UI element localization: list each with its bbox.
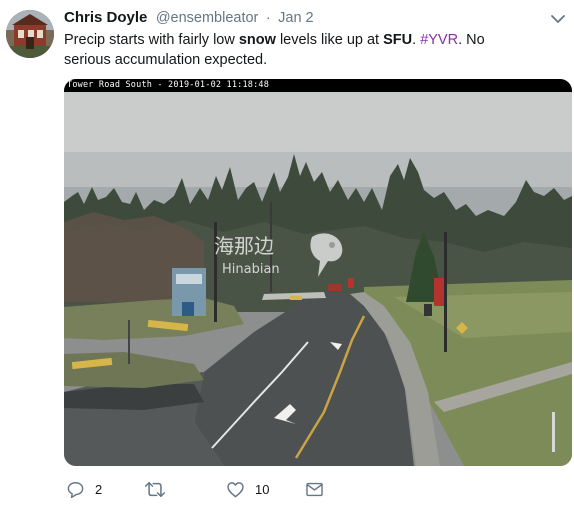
avatar-image [6,10,54,58]
retweet-button[interactable] [144,478,176,500]
reply-count: 2 [95,481,103,497]
heart-icon [226,480,245,499]
like-button[interactable]: 10 [226,478,269,500]
reply-icon [66,480,85,499]
tweet-text-part: Precip starts with fairly low [64,32,239,48]
envelope-icon [305,480,324,499]
tweet-text-part: . [412,32,421,48]
watermark-cn: 海那边 [214,234,274,258]
avatar[interactable] [6,10,54,58]
tweet-text-part: levels like up at [275,32,384,48]
author-handle[interactable]: @ensembleator [156,10,259,26]
tweet-date[interactable]: Jan 2 [278,10,313,26]
tweet-actions: 2 10 [64,478,364,502]
watermark-logo: 海那边 Hinabian [214,229,364,304]
tweet-card[interactable]: Chris Doyle @ensembleator · Jan 2 Precip… [0,0,574,507]
tweet-text: Precip starts with fairly low snow level… [64,30,534,70]
direct-message-button[interactable] [305,478,324,500]
bold-word-snow: snow [238,32,276,48]
retweet-icon [144,480,166,499]
separator-dot: · [265,10,271,26]
webcam-timestamp-bar: Tower Road South - 2019-01-02 11:18:48 [64,79,572,92]
tweet-media-photo[interactable]: Tower Road South - 2019-01-02 11:18:48 海… [64,79,572,466]
tweet-header: Chris Doyle @ensembleator · Jan 2 [64,9,534,29]
hashtag-link[interactable]: #YVR [420,32,458,48]
author-name[interactable]: Chris Doyle [64,9,147,26]
reply-button[interactable]: 2 [66,478,102,500]
chevron-down-icon[interactable] [550,12,566,24]
bold-word-sfu: SFU [383,32,413,48]
webcam-timestamp: Tower Road South - 2019-01-02 11:18:48 [67,80,270,90]
like-count: 10 [255,481,270,497]
watermark-en: Hinabian [222,262,280,277]
